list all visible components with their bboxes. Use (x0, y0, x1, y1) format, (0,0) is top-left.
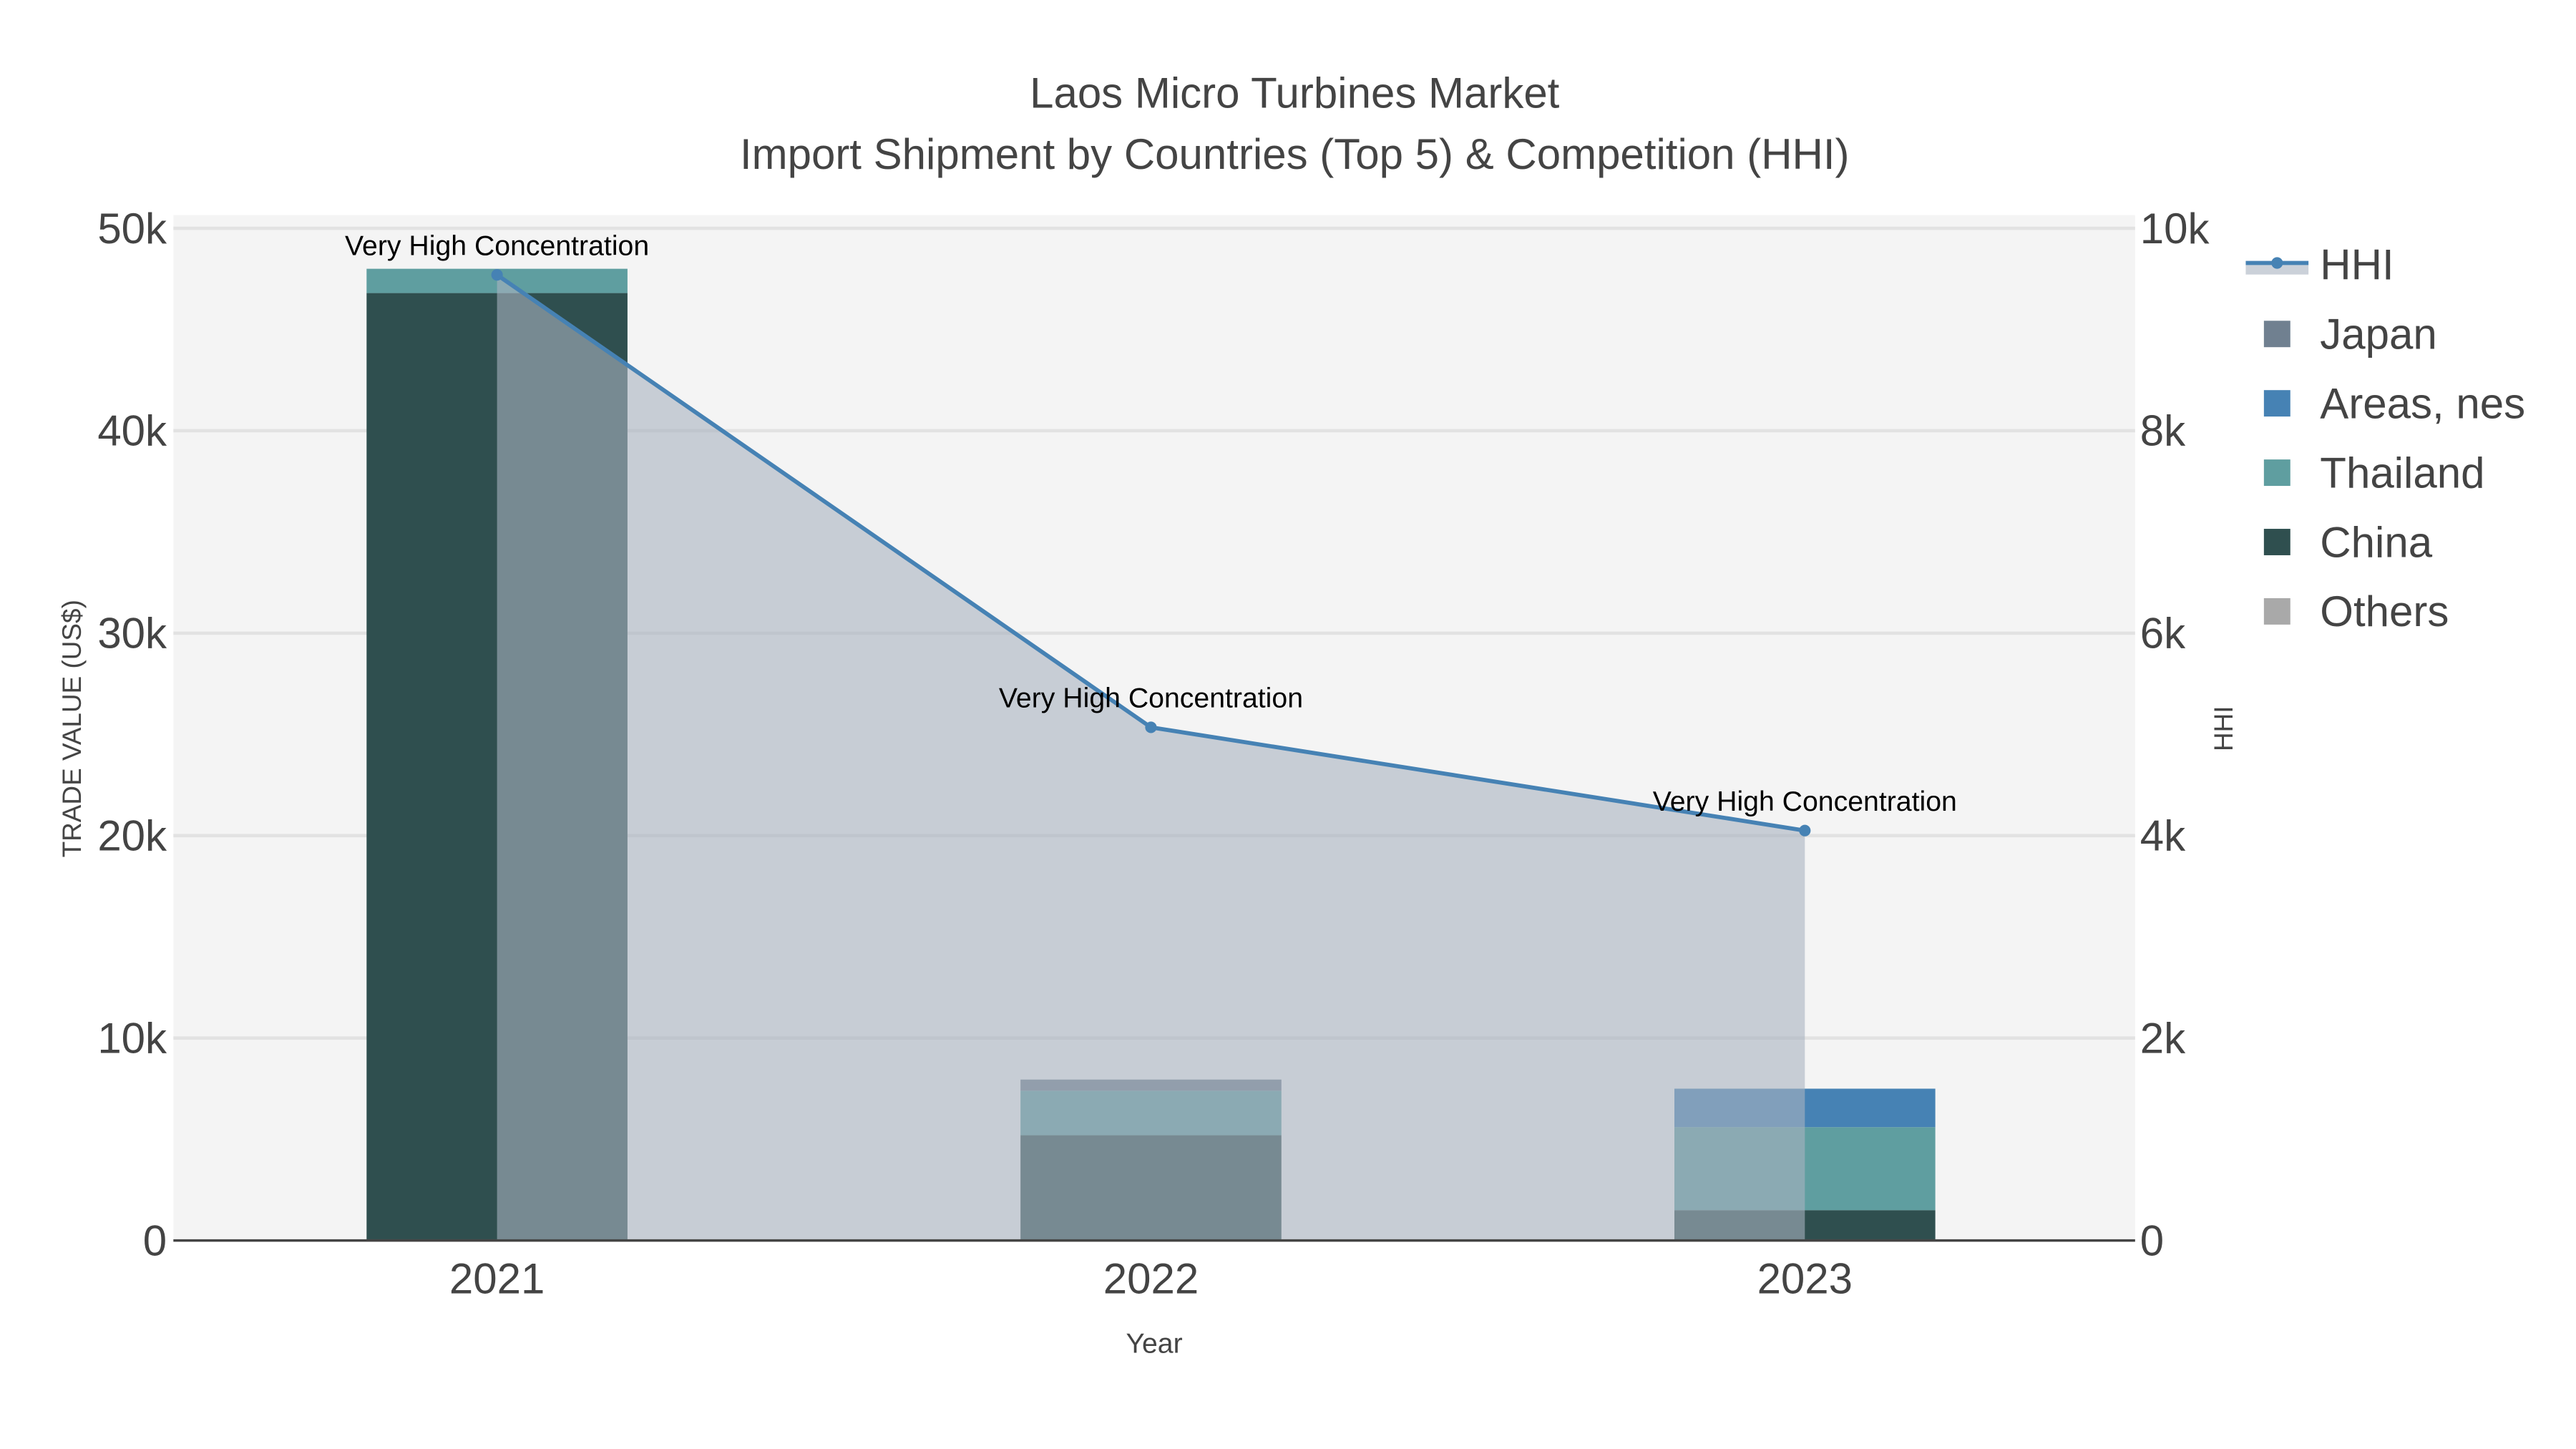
y2-tick-label: 8k (2140, 407, 2186, 455)
legend-label: HHI (2320, 241, 2394, 289)
hhi-annotation: Very High Concentration (1653, 786, 1957, 817)
y-tick-label: 30k (97, 610, 167, 658)
y2-tick-label: 0 (2140, 1216, 2164, 1264)
y2-tick-label: 6k (2140, 610, 2186, 658)
y2-tick-label: 10k (2140, 205, 2210, 253)
chart-subtitle: Import Shipment by Countries (Top 5) & C… (740, 130, 1850, 178)
chart: Laos Micro Turbines Market Import Shipme… (57, 69, 2525, 1360)
legend-swatch (2263, 597, 2290, 625)
legend-item-others[interactable]: Others (2263, 587, 2449, 635)
hhi-annotation: Very High Concentration (345, 230, 649, 261)
legend-swatch (2263, 390, 2290, 417)
x-tick-label: 2021 (449, 1255, 545, 1303)
legend-swatch (2263, 529, 2290, 555)
y2-tick-label: 2k (2140, 1015, 2186, 1063)
y-axis-title: TRADE VALUE (US$) (57, 600, 87, 857)
hhi-point[interactable] (1799, 824, 1811, 836)
legend-label: Others (2320, 587, 2449, 635)
y-tick-label: 10k (97, 1015, 167, 1063)
y2-tick-label: 4k (2140, 812, 2186, 860)
legend-label: Thailand (2320, 449, 2484, 497)
y2-axis-title: HHI (2209, 706, 2238, 751)
hhi-point[interactable] (491, 269, 503, 281)
legend-item-hhi[interactable]: HHI (2245, 241, 2394, 289)
legend-label: China (2320, 518, 2432, 566)
legend-item-areas-nes[interactable]: Areas, nes (2263, 379, 2525, 427)
legend-swatch (2263, 321, 2290, 348)
legend-label: Areas, nes (2320, 379, 2525, 427)
legend-item-japan[interactable]: Japan (2263, 310, 2437, 358)
x-axis-title: Year (1126, 1328, 1182, 1360)
y-tick-label: 50k (97, 205, 167, 253)
y-tick-label: 20k (97, 812, 167, 860)
legend-swatch (2263, 459, 2290, 487)
legend-item-thailand[interactable]: Thailand (2263, 449, 2485, 497)
legend-item-china[interactable]: China (2263, 518, 2433, 566)
x-tick-label: 2023 (1757, 1255, 1853, 1303)
legend-label: Japan (2320, 310, 2436, 358)
x-tick-label: 2022 (1103, 1255, 1199, 1303)
y-tick-label: 0 (143, 1216, 167, 1264)
legend-swatch (2271, 257, 2283, 269)
hhi-point[interactable] (1145, 721, 1157, 733)
chart-title: Laos Micro Turbines Market (1030, 69, 1560, 117)
y-tick-label: 40k (97, 407, 167, 455)
hhi-annotation: Very High Concentration (999, 683, 1303, 714)
